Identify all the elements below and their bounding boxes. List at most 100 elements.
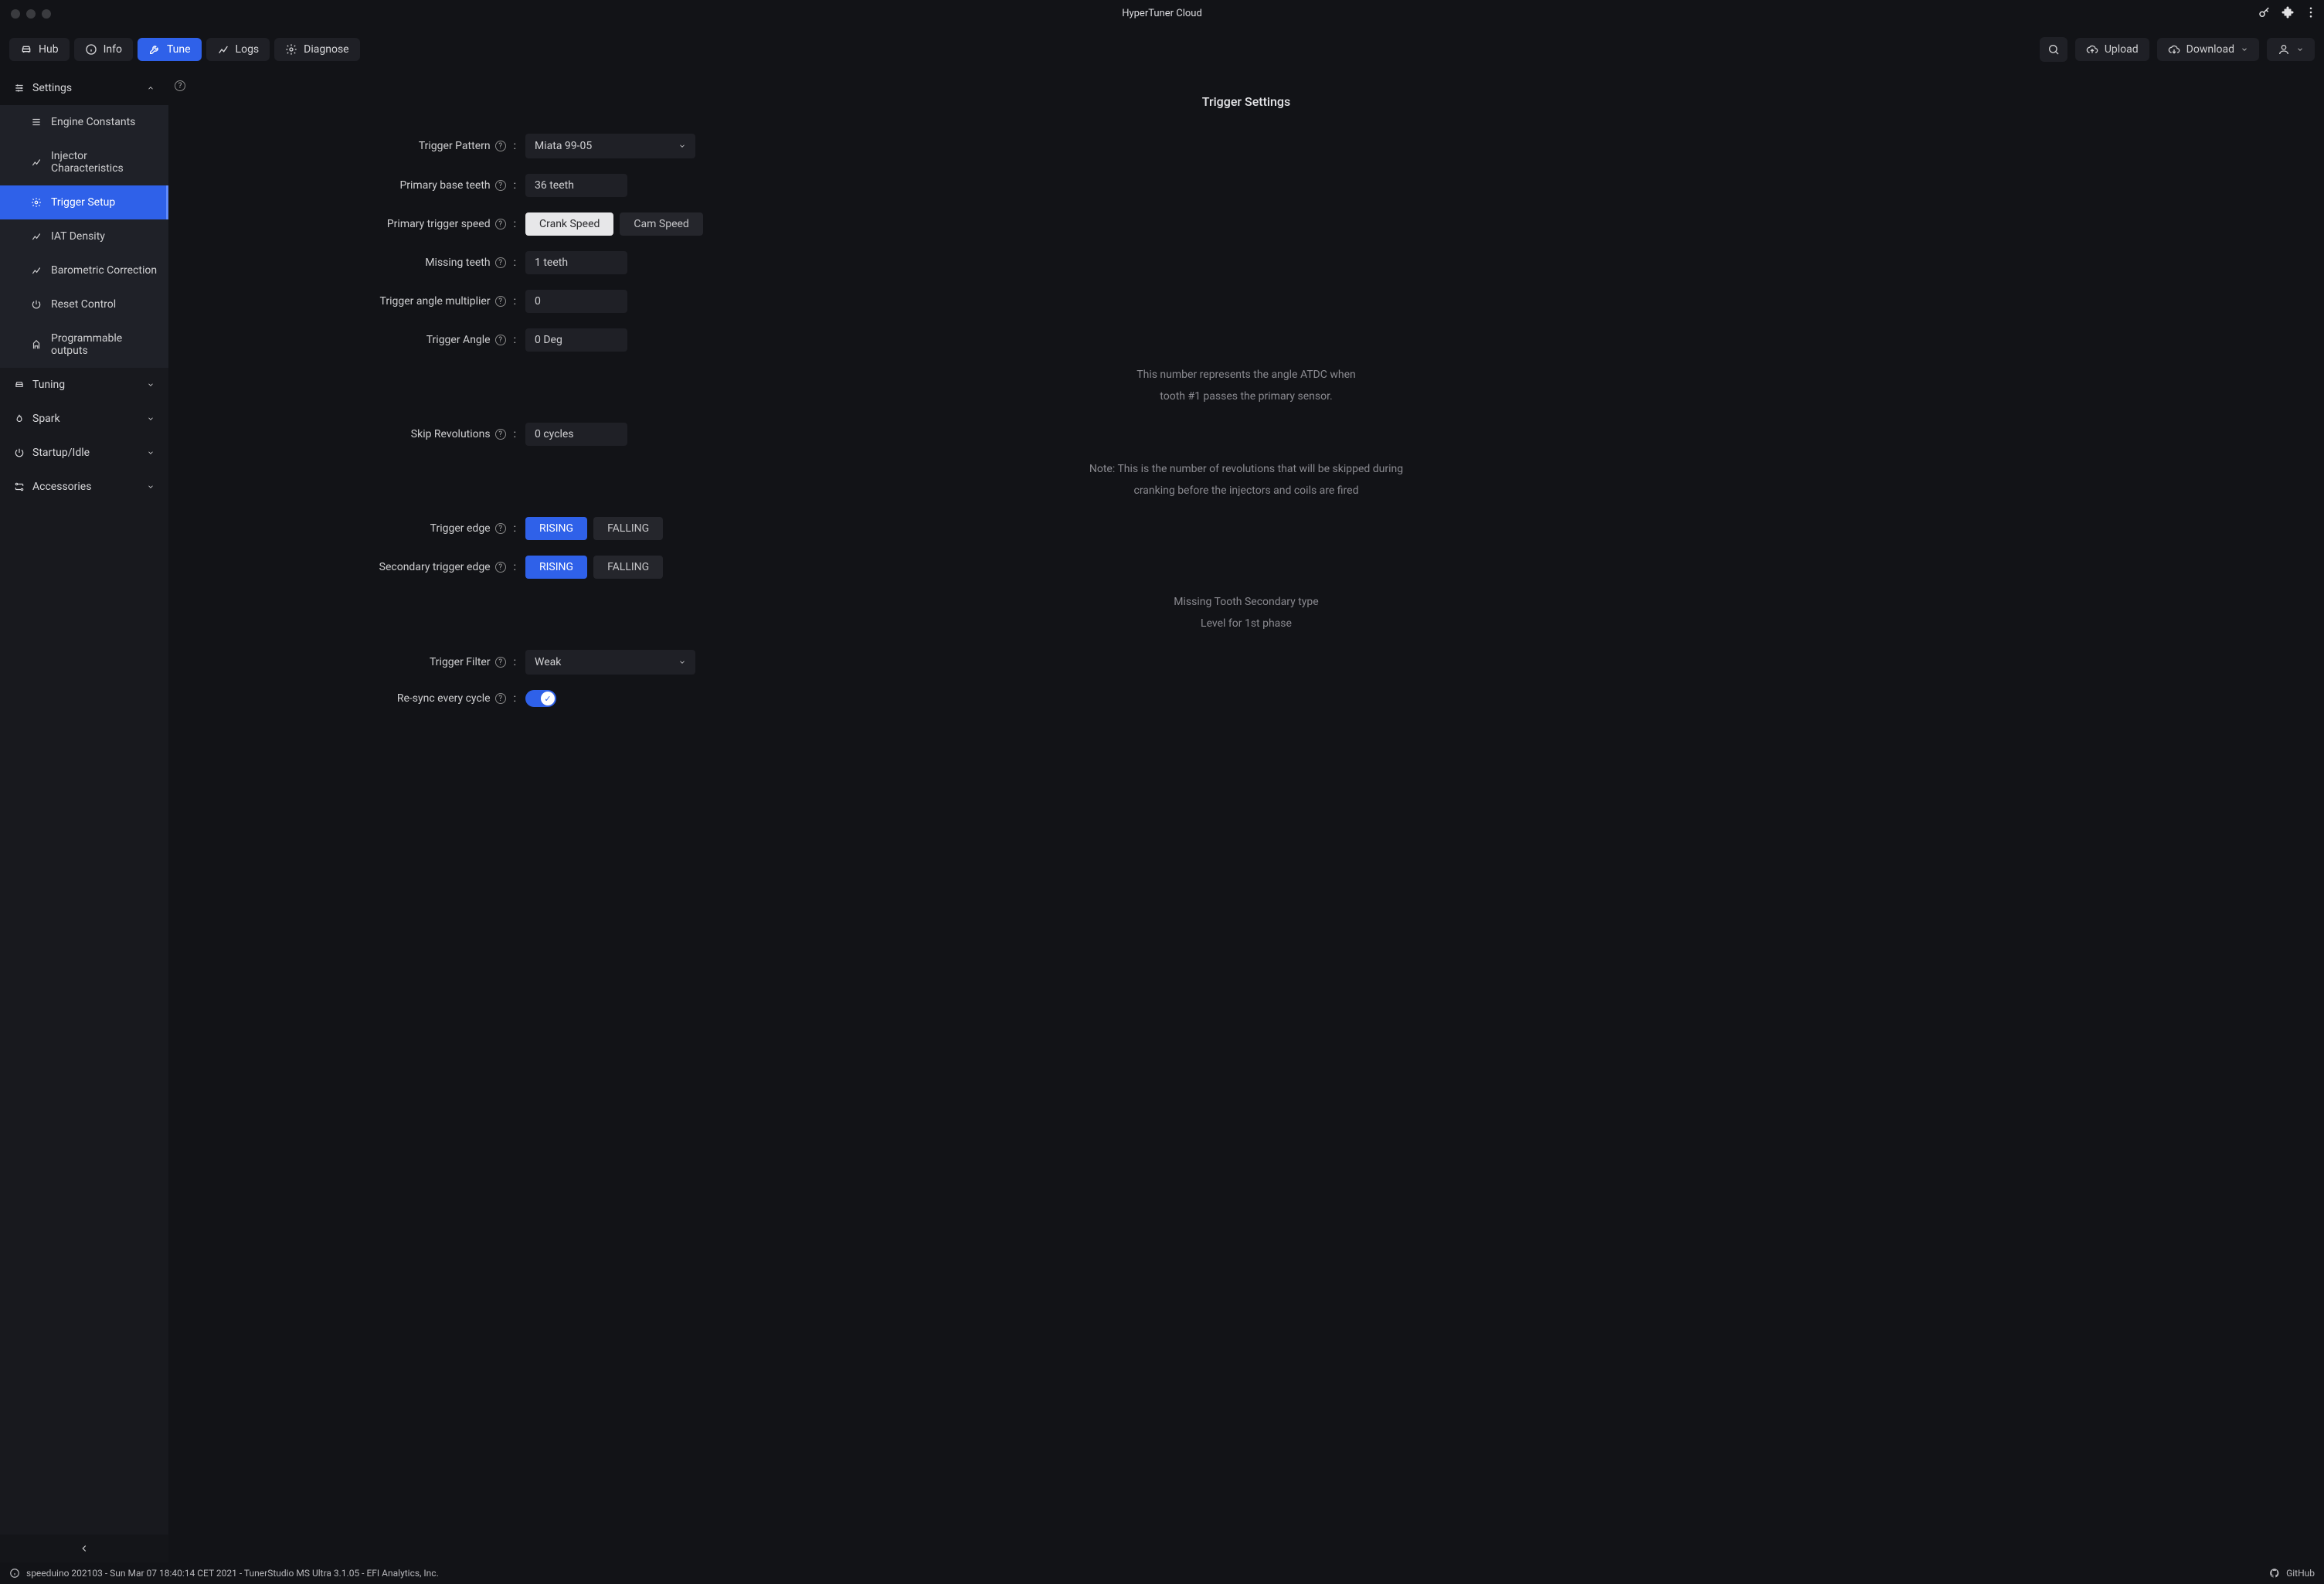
tab-info[interactable]: Info	[74, 38, 133, 61]
info-icon	[85, 43, 97, 56]
tab-tune[interactable]: Tune	[138, 38, 202, 61]
sidebar-settings-label: Settings	[32, 82, 72, 94]
help-icon[interactable]: ?	[495, 429, 506, 440]
option-rising[interactable]: RISING	[525, 517, 587, 540]
sidebar-item-label: Reset Control	[51, 298, 116, 311]
power-icon	[14, 447, 25, 458]
app-title: HyperTuner Cloud	[1122, 8, 1202, 19]
sidebar-group-tuning[interactable]: Tuning	[0, 368, 168, 402]
select-trigger-filter[interactable]: Weak	[525, 650, 695, 675]
help-icon[interactable]: ?	[495, 657, 506, 668]
page-help-icon[interactable]: ?	[175, 80, 185, 91]
select-trigger-pattern[interactable]: Miata 99-05	[525, 134, 695, 158]
extension-icon[interactable]	[2281, 5, 2295, 22]
content-panel: ? Trigger Settings Trigger Pattern ? Mia…	[168, 71, 2324, 1562]
help-icon[interactable]: ?	[495, 180, 506, 191]
chevron-down-icon	[2296, 46, 2304, 53]
label-skip-revolutions: Skip Revolutions	[411, 428, 491, 440]
chart-icon	[31, 265, 42, 276]
tab-logs-label: Logs	[236, 43, 260, 56]
cloud-download-icon	[2168, 43, 2180, 56]
segmented-secondary-trigger-edge: RISING FALLING	[525, 556, 663, 579]
github-label: GitHub	[2286, 1568, 2315, 1579]
sidebar-item-programmable-outputs[interactable]: Programmable outputs	[0, 321, 168, 368]
option-falling[interactable]: FALLING	[593, 556, 663, 579]
sliders-icon	[14, 83, 25, 93]
search-button[interactable]	[2040, 37, 2067, 62]
tab-diagnose[interactable]: Diagnose	[274, 38, 359, 61]
option-rising[interactable]: RISING	[525, 556, 587, 579]
sidebar-item-label: Programmable outputs	[51, 332, 158, 357]
apartment-icon	[31, 339, 42, 350]
help-icon[interactable]: ?	[495, 141, 506, 151]
option-falling[interactable]: FALLING	[593, 517, 663, 540]
help-icon[interactable]: ?	[495, 335, 506, 345]
help-icon[interactable]: ?	[495, 693, 506, 704]
input-value: 0 cycles	[535, 428, 574, 440]
chart-icon	[217, 43, 229, 56]
api-icon	[14, 481, 25, 492]
tab-hub-label: Hub	[39, 43, 59, 56]
input-trigger-angle-multiplier[interactable]: 0	[525, 290, 627, 313]
option-cam-speed[interactable]: Cam Speed	[620, 212, 702, 236]
sidebar-tuning-label: Tuning	[32, 379, 65, 391]
desc-secondary-trigger-edge: Missing Tooth Secondary type Level for 1…	[184, 591, 2309, 634]
window-controls	[6, 9, 51, 19]
sidebar-group-settings[interactable]: Settings	[0, 71, 168, 105]
power-icon	[31, 299, 42, 310]
sidebar-group-startup-idle[interactable]: Startup/Idle	[0, 436, 168, 470]
sidebar-item-iat-density[interactable]: IAT Density	[0, 219, 168, 253]
github-link[interactable]: GitHub	[2269, 1568, 2315, 1579]
sidebar-item-reset-control[interactable]: Reset Control	[0, 287, 168, 321]
input-missing-teeth[interactable]: 1 teeth	[525, 251, 627, 274]
tab-info-label: Info	[104, 43, 122, 56]
label-resync: Re-sync every cycle	[397, 692, 491, 705]
help-icon[interactable]: ?	[495, 219, 506, 229]
toolbar: Hub Info Tune Logs Diagnose Upload Down	[0, 28, 2324, 71]
chevron-left-icon	[79, 1543, 90, 1554]
sidebar-item-injector-characteristics[interactable]: Injector Characteristics	[0, 139, 168, 185]
input-value: 0	[535, 295, 541, 308]
user-menu-button[interactable]	[2267, 38, 2315, 61]
chart-icon	[31, 157, 42, 168]
segmented-primary-trigger-speed: Crank Speed Cam Speed	[525, 212, 703, 236]
tab-logs[interactable]: Logs	[206, 38, 270, 61]
sidebar-item-trigger-setup[interactable]: Trigger Setup	[0, 185, 168, 219]
download-button[interactable]: Download	[2157, 38, 2259, 61]
sliders-icon	[31, 117, 42, 127]
key-icon[interactable]	[2258, 5, 2271, 22]
close-window-icon[interactable]	[11, 9, 20, 19]
sidebar-group-spark[interactable]: Spark	[0, 402, 168, 436]
sidebar-item-label: Injector Characteristics	[51, 150, 158, 175]
option-crank-speed[interactable]: Crank Speed	[525, 212, 613, 236]
label-trigger-angle: Trigger Angle	[426, 334, 491, 346]
user-icon	[2278, 43, 2290, 56]
car-icon	[14, 379, 25, 390]
cloud-upload-icon	[2086, 43, 2098, 56]
help-icon[interactable]: ?	[495, 296, 506, 307]
sidebar-item-engine-constants[interactable]: Engine Constants	[0, 105, 168, 139]
sidebar-group-accessories[interactable]: Accessories	[0, 470, 168, 504]
select-value: Weak	[535, 656, 561, 668]
sidebar-collapse-button[interactable]	[0, 1535, 168, 1562]
sidebar-item-label: Barometric Correction	[51, 264, 157, 277]
sidebar: Settings Engine Constants Injector Chara…	[0, 71, 168, 1562]
input-value: 36 teeth	[535, 179, 574, 192]
toggle-resync[interactable]: ✓	[525, 690, 556, 707]
upload-button[interactable]: Upload	[2075, 38, 2149, 61]
chevron-up-icon	[147, 84, 155, 92]
input-primary-base-teeth[interactable]: 36 teeth	[525, 174, 627, 197]
more-icon[interactable]	[2304, 5, 2318, 22]
help-icon[interactable]: ?	[495, 523, 506, 534]
input-trigger-angle[interactable]: 0 Deg	[525, 328, 627, 352]
maximize-window-icon[interactable]	[42, 9, 51, 19]
chevron-down-icon	[147, 415, 155, 423]
chevron-down-icon	[147, 381, 155, 389]
minimize-window-icon[interactable]	[26, 9, 36, 19]
search-icon	[2047, 43, 2060, 56]
sidebar-item-barometric-correction[interactable]: Barometric Correction	[0, 253, 168, 287]
input-skip-revolutions[interactable]: 0 cycles	[525, 423, 627, 446]
help-icon[interactable]: ?	[495, 257, 506, 268]
tab-hub[interactable]: Hub	[9, 38, 70, 61]
help-icon[interactable]: ?	[495, 562, 506, 573]
